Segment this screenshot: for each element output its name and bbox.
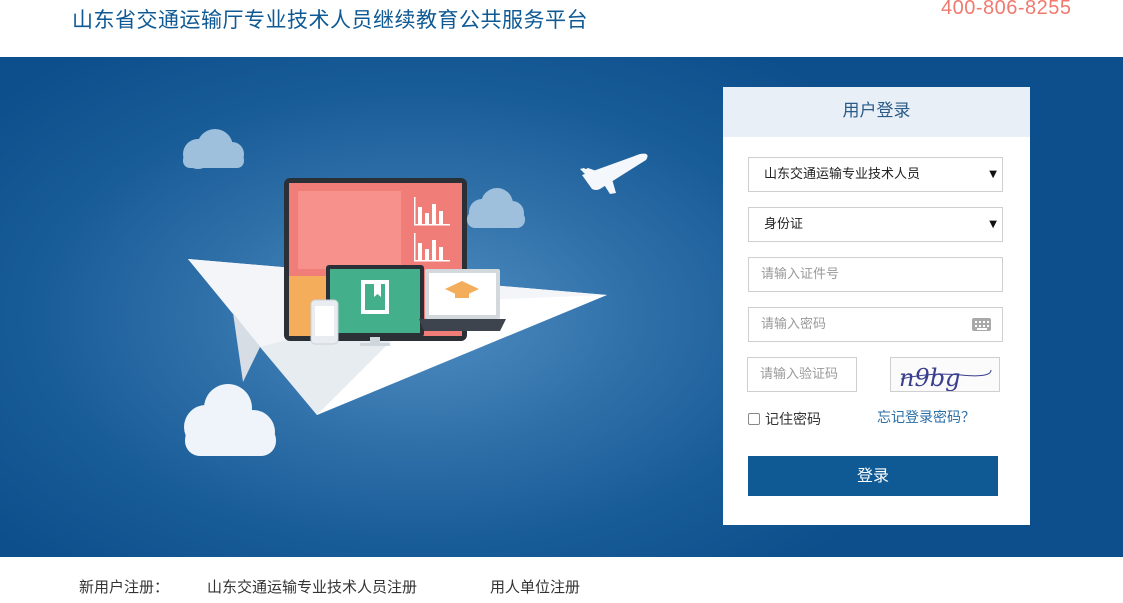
cloud-icon	[467, 188, 525, 228]
cloud-icon	[183, 129, 244, 169]
hotline-number: 400-806-8255	[941, 0, 1072, 19]
id-number-placeholder: 请输入证件号	[761, 267, 840, 282]
user-type-select[interactable]: 山东交通运输专业技术人员 ▼	[748, 157, 1003, 192]
keyboard-icon[interactable]	[972, 318, 991, 331]
register-professional-link[interactable]: 山东交通运输专业技术人员注册	[207, 576, 417, 597]
banner-illustration	[183, 129, 648, 456]
id-number-input[interactable]: 请输入证件号	[748, 257, 1003, 292]
remember-label: 记住密码	[765, 412, 821, 428]
user-type-value: 山东交通运输专业技术人员	[764, 167, 921, 182]
airplane-icon	[580, 153, 648, 194]
id-type-value: 身份证	[764, 217, 804, 232]
page-header: 山东省交通运输厅专业技术人员继续教育公共服务平台 400-806-8255	[0, 0, 1123, 57]
password-input[interactable]: 请输入密码	[748, 307, 1003, 342]
forgot-password-link[interactable]: 忘记登录密码？	[877, 407, 975, 427]
dropdown-arrow-icon: ▼	[989, 219, 997, 230]
remember-password[interactable]: 记住密码	[748, 409, 821, 429]
captcha-image[interactable]: n9bg	[890, 357, 1000, 392]
captcha-input[interactable]: 请输入验证码	[747, 357, 857, 392]
login-title: 用户登录	[723, 87, 1030, 137]
page-footer: 新用户注册： 山东交通运输专业技术人员注册 用人单位注册	[0, 557, 1123, 603]
captcha-placeholder: 请输入验证码	[760, 367, 839, 382]
id-type-select[interactable]: 身份证 ▼	[748, 207, 1003, 242]
laptop-icon	[419, 269, 506, 331]
hero-banner: 用户登录 山东交通运输专业技术人员 ▼ 身份证 ▼ 请输入证件号 请输入密码 请…	[0, 57, 1123, 557]
password-placeholder: 请输入密码	[761, 317, 827, 332]
register-employer-link[interactable]: 用人单位注册	[490, 576, 580, 597]
login-button[interactable]: 登录	[748, 456, 998, 496]
login-panel: 用户登录 山东交通运输专业技术人员 ▼ 身份证 ▼ 请输入证件号 请输入密码 请…	[723, 87, 1030, 525]
tablet-icon	[310, 299, 339, 345]
cloud-icon	[184, 384, 276, 456]
book-monitor-icon	[326, 265, 424, 346]
register-label: 新用户注册：	[79, 578, 170, 596]
checkbox-icon[interactable]	[748, 413, 760, 425]
site-title[interactable]: 山东省交通运输厅专业技术人员继续教育公共服务平台	[72, 4, 588, 34]
dropdown-arrow-icon: ▼	[989, 169, 997, 180]
